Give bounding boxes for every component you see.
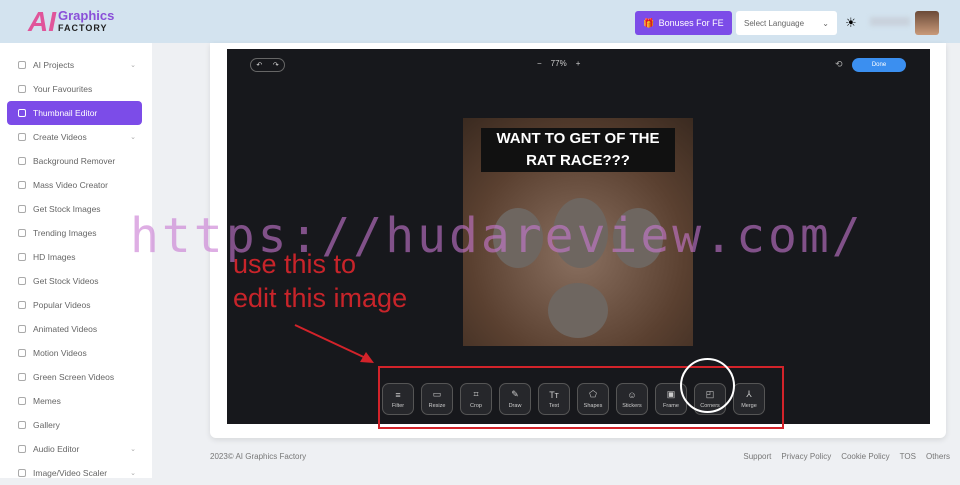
menu-icon [18,85,26,93]
sidebar-item[interactable]: Motion Videos [0,341,152,365]
language-placeholder: Select Language [744,18,805,28]
sidebar-item[interactable]: Gallery [0,413,152,437]
menu-icon [18,181,26,189]
footer: 2023© AI Graphics Factory Support Privacy… [210,452,950,461]
sidebar-item[interactable]: Background Remover [0,149,152,173]
sidebar-item-label: Audio Editor [33,444,80,454]
sidebar-item-label: Memes [33,396,61,406]
sidebar-item-label: Get Stock Videos [33,276,99,286]
gift-icon: 🎁 [643,17,655,28]
done-button[interactable]: Done [852,58,906,72]
sidebar-item-label: Motion Videos [33,348,87,358]
chevron-down-icon: ⌄ [130,134,136,141]
logo[interactable]: AI Graphics FACTORY [28,6,114,38]
sidebar-item[interactable]: Animated Videos [0,317,152,341]
sidebar-item-label: Trending Images [33,228,97,238]
footer-link[interactable]: TOS [900,452,916,461]
sidebar-item-label: Mass Video Creator [33,180,108,190]
logo-graphics: Graphics [58,8,115,23]
chevron-down-icon: ⌄ [130,62,136,69]
sidebar-item-label: Image/Video Scaler [33,468,108,478]
sidebar-item-label: Popular Videos [33,300,91,310]
sidebar-item[interactable]: Thumbnail Editor [7,101,142,125]
zoom-out-button[interactable]: − [537,59,542,68]
username-blurred [870,17,910,26]
sidebar-item-label: Background Remover [33,156,116,166]
sidebar-item-label: Animated Videos [33,324,98,334]
menu-icon [18,253,26,261]
menu-icon [18,469,26,477]
top-bar: AI Graphics FACTORY 🎁 Bonuses For FE Selec… [0,0,960,43]
logo-factory: FACTORY [58,23,108,33]
sidebar-item-label: Green Screen Videos [33,372,115,382]
menu-icon [18,349,26,357]
sidebar-item[interactable]: Popular Videos [0,293,152,317]
logo-ai: AI [28,6,56,37]
menu-icon [18,325,26,333]
menu-icon [18,373,26,381]
undo-redo-group: ↶ ↷ [250,58,285,72]
sidebar-item[interactable]: Create Videos ⌄ [0,125,152,149]
menu-icon [18,157,26,165]
menu-icon [18,133,26,141]
sidebar-item-label: AI Projects [33,60,75,70]
menu-icon [18,61,26,69]
avatar[interactable] [915,11,939,35]
footer-link[interactable]: Others [926,452,950,461]
sidebar-item-label: Get Stock Images [33,204,101,214]
menu-icon [18,205,26,213]
menu-icon [18,301,26,309]
sidebar-item[interactable]: Image/Video Scaler ⌄ [0,461,152,485]
sidebar-item[interactable]: Mass Video Creator [0,173,152,197]
menu-icon [18,445,26,453]
sidebar-item[interactable]: Your Favourites [0,77,152,101]
sidebar-item-label: Create Videos [33,132,87,142]
footer-link[interactable]: Support [743,452,771,461]
sidebar-item-label: Thumbnail Editor [33,108,98,118]
menu-icon [18,397,26,405]
sidebar-item[interactable]: Green Screen Videos [0,365,152,389]
annotation-text: use this to edit this image [233,247,407,315]
menu-icon [18,229,26,237]
bonuses-button[interactable]: 🎁 Bonuses For FE [635,11,732,35]
redo-icon[interactable]: ↷ [273,61,279,69]
sidebar-item-label: HD Images [33,252,76,262]
history-icon[interactable]: ⟲ [835,59,843,70]
sidebar-item[interactable]: AI Projects ⌄ [0,53,152,77]
chevron-down-icon: ⌄ [130,470,136,477]
footer-link[interactable]: Cookie Policy [841,452,889,461]
annotation-line: use this to [233,249,357,279]
undo-icon[interactable]: ↶ [256,61,262,69]
sidebar-item[interactable]: Audio Editor ⌄ [0,437,152,461]
sidebar-item[interactable]: Get Stock Videos [0,269,152,293]
menu-icon [18,109,26,117]
menu-icon [18,277,26,285]
sidebar-item-label: Gallery [33,420,60,430]
annotation-arrow-icon [294,324,374,363]
menu-icon [18,421,26,429]
footer-link[interactable]: Privacy Policy [781,452,831,461]
annotation-line: edit this image [233,283,408,313]
image-caption: WANT TO GET OF THE RAT RACE??? [481,128,675,172]
zoom-level: 77% [550,59,567,68]
sidebar-item-label: Your Favourites [33,84,93,94]
image-rat [548,283,608,338]
sidebar-item[interactable]: Memes [0,389,152,413]
language-select[interactable]: Select Language ⌄ [736,11,837,35]
cursor-highlight-circle [680,358,735,413]
theme-toggle-sun-icon[interactable]: ☀ [845,15,857,31]
zoom-control: −77% + [537,59,580,68]
done-label: Done [871,62,887,68]
chevron-down-icon: ⌄ [822,18,829,28]
zoom-in-button[interactable]: + [576,59,581,68]
copyright: 2023© AI Graphics Factory [210,452,307,461]
chevron-down-icon: ⌄ [130,446,136,453]
bonus-label: Bonuses For FE [658,18,724,28]
